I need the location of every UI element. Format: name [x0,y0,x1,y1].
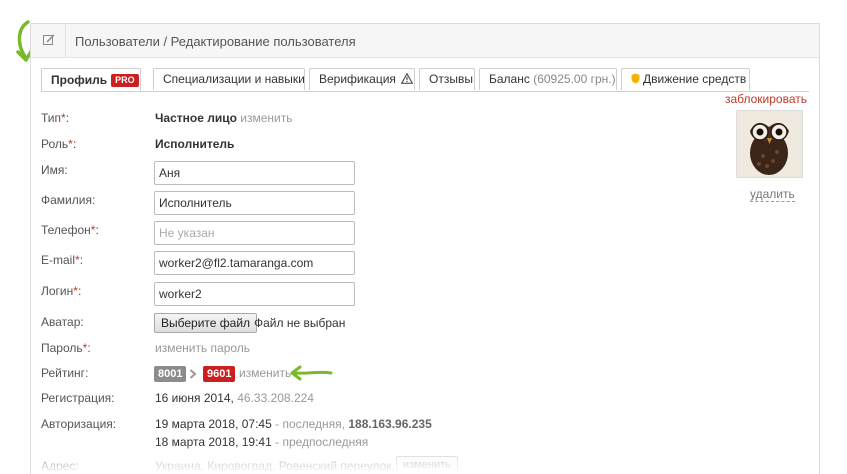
login-input[interactable] [154,282,355,306]
login-label: Логин*: [41,284,82,298]
pro-badge: PRO [111,74,139,87]
address-label: Адрес: [41,459,79,473]
last-name-input[interactable] [154,191,355,215]
old-rating-badge: 8001 [154,366,187,382]
email-label: E-mail*: [41,253,84,267]
auth-prev-date: 18 марта 2018, 19:41 [155,435,272,449]
edit-icon [43,34,55,45]
change-type-link[interactable]: изменить [240,111,292,125]
block-user-link[interactable]: заблокировать [725,92,807,106]
first-name-input[interactable] [154,161,355,185]
phone-input[interactable] [154,221,355,245]
tab-label: Отзывы [429,72,473,86]
change-rating-link[interactable]: изменить [239,366,291,380]
tab-balance[interactable]: Баланс (60925.00 грн.) [479,68,617,90]
tab-label: Баланс [489,72,530,86]
rating-label: Рейтинг: [41,366,89,380]
tab-money-movement[interactable]: Движение средств [621,68,750,90]
auth-prev-row: 18 марта 2018, 19:41 - предпоследняя [155,435,368,449]
registration-date: 16 июня 2014, [155,391,234,405]
user-edit-panel: Пользователи / Редактирование пользовате… [30,23,820,474]
registration-ip: 46.33.208.224 [237,391,314,405]
shield-icon [631,73,640,84]
change-address-button[interactable]: изменить [396,456,458,474]
tab-label: Верификация [319,72,396,86]
change-password-link[interactable]: изменить пароль [155,341,250,355]
auth-last-note: - последняя, [275,417,345,431]
tab-specializations[interactable]: Специализации и навыки [153,68,305,90]
role-value: Исполнитель [155,137,235,151]
auth-last-ip: 188.163.96.235 [348,417,432,431]
registration-value: 16 июня 2014, 46.33.208.224 [155,391,314,405]
file-status: Файл не выбран [254,316,346,330]
breadcrumb: Пользователи / Редактирование пользовате… [75,34,356,49]
type-value: Частное лицо [155,111,237,125]
tab-label: Движение средств [643,72,747,86]
auth-prev-note: - предпоследняя [275,435,369,449]
type-label: Тип*: [41,111,70,125]
warning-icon [400,72,414,84]
tab-reviews[interactable]: Отзывы [419,68,475,90]
tab-profile[interactable]: Профиль PRO [41,68,141,92]
password-label: Пароль*: [41,341,91,355]
header-divider [65,24,66,57]
avatar-label: Аватар: [41,315,84,329]
balance-amount: (60925.00 грн.) [533,72,616,86]
auth-last-date: 19 марта 2018, 07:45 [155,417,272,431]
chevron-right-icon [189,369,197,379]
delete-avatar-link[interactable]: удалить [750,188,795,202]
first-name-label: Имя: [41,163,68,177]
auth-last-row: 19 марта 2018, 07:45 - последняя, 188.16… [155,417,432,431]
tab-label: Специализации и навыки [163,72,305,86]
phone-label: Телефон*: [41,223,99,237]
tab-label: Профиль [51,73,108,87]
email-input[interactable] [154,251,355,275]
address-value: Украина, Кировоград, Ровенский переулок,… [155,459,412,473]
owl-avatar [737,111,802,177]
last-name-label: Фамилия: [41,193,96,207]
tab-underline [41,91,809,92]
auth-label: Авторизация: [41,417,117,431]
role-label: Роль*: [41,137,77,151]
registration-label: Регистрация: [41,391,115,405]
choose-file-button[interactable]: Выберите файл [154,313,258,333]
page-header: Пользователи / Редактирование пользовате… [31,24,819,58]
pointer-arrow-icon [290,365,333,381]
new-rating-badge: 9601 [203,366,236,382]
type-value-row: Частное лицо изменить [155,111,293,125]
avatar-image [736,110,803,178]
tab-verification[interactable]: Верификация [309,68,415,90]
